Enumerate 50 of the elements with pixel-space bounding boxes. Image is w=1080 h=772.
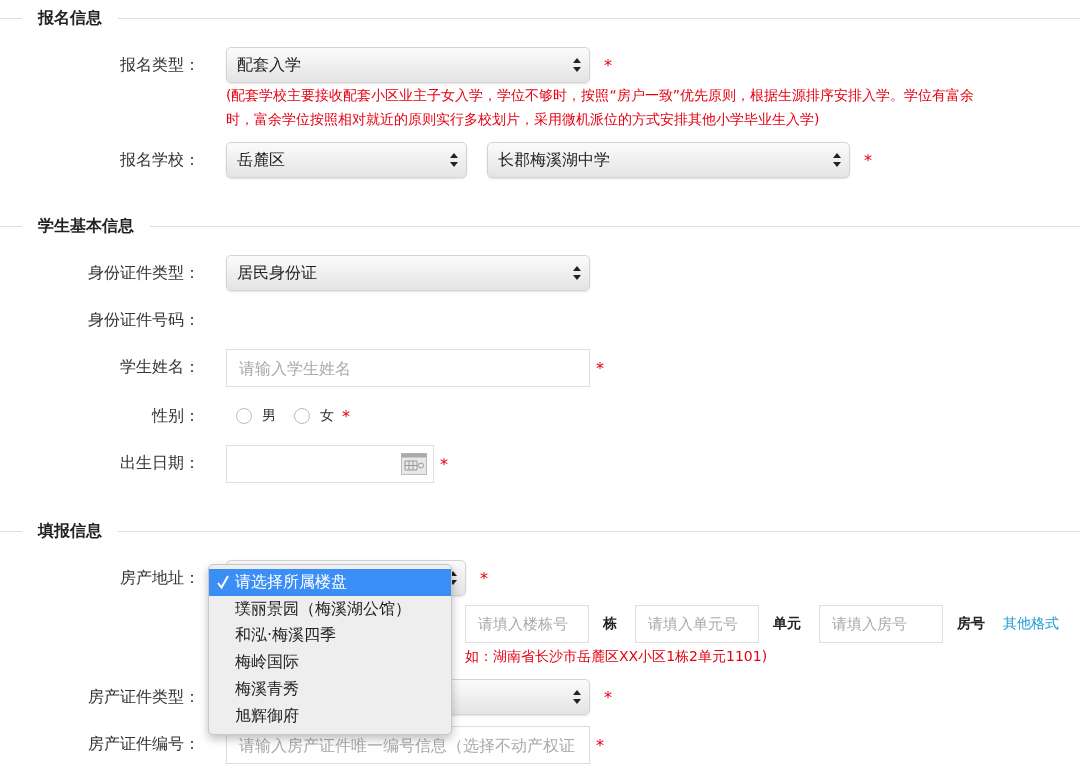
select-field[interactable]: 长郡梅溪湖中学: [487, 142, 850, 178]
dropdown-option[interactable]: 梅溪青秀: [209, 676, 451, 703]
radio-button[interactable]: [236, 408, 252, 424]
check-icon: [217, 575, 229, 590]
hint-text: 如：湖南省长沙市岳麓区XX小区1栋2单元1101): [465, 647, 768, 666]
sort-arrows-icon: [450, 153, 458, 167]
required-mark: *: [440, 454, 448, 474]
calendar-icon: [401, 453, 427, 475]
field-label: 房产证件类型：: [87, 686, 200, 708]
date-field[interactable]: [226, 445, 434, 483]
required-mark: *: [342, 406, 350, 426]
field-label: 房产证件编号：: [87, 733, 200, 755]
radio-button[interactable]: [294, 408, 310, 424]
field-label: 出生日期：: [119, 452, 200, 474]
select-field[interactable]: 岳麓区: [226, 142, 467, 178]
dropdown-option[interactable]: 和泓·梅溪四季: [209, 622, 451, 650]
input-field[interactable]: 请填入房号: [819, 605, 943, 643]
required-mark: *: [596, 358, 604, 378]
required-mark: *: [480, 568, 488, 588]
radio-label: 女: [320, 407, 334, 425]
input-field[interactable]: 请填入楼栋号: [465, 605, 589, 643]
sort-arrows-icon: [573, 690, 581, 704]
section-title: 填报信息: [36, 520, 103, 542]
field-label: 身份证件类型：: [87, 262, 200, 284]
field-label: 报名类型：: [119, 54, 200, 76]
required-mark: *: [604, 687, 612, 707]
input-field[interactable]: 请输入学生姓名: [226, 349, 590, 387]
input-field[interactable]: 请填入单元号: [635, 605, 759, 643]
required-mark: *: [596, 735, 604, 755]
field-label: 性别：: [150, 405, 200, 427]
field-label: 房产地址：: [119, 567, 200, 589]
unit-label: 房号: [957, 615, 985, 633]
required-mark: *: [864, 150, 872, 170]
dropdown-option[interactable]: 璞丽景园（梅溪湖公馆）: [209, 595, 451, 623]
required-mark: *: [604, 55, 612, 75]
sort-arrows-icon: [573, 58, 581, 72]
unit-label: 单元: [773, 615, 801, 633]
select-field[interactable]: 居民身份证: [226, 255, 590, 291]
unit-label: 栋: [603, 615, 617, 633]
select-field[interactable]: 配套入学: [226, 47, 590, 83]
dropdown-option[interactable]: 梅岭国际: [209, 649, 451, 677]
radio-label: 男: [262, 407, 276, 425]
sort-arrows-icon: [833, 153, 841, 167]
note-text: (配套学校主要接收配套小区业主子女入学，学位不够时，按照“房户一致”优先原则，根据生源排序安排入学。学位有富余时，富余学位按照相对就近的原则实行多校划片，采用微机派位的方式安排其他小学毕业生入学): [226, 86, 975, 129]
section-title: 学生基本信息: [37, 215, 135, 237]
section-title: 报名信息: [36, 7, 103, 29]
sort-arrows-icon: [573, 266, 581, 280]
field-label: 身份证件号码：: [87, 309, 200, 331]
field-label: 学生姓名：: [119, 356, 200, 378]
field-label: 报名学校：: [119, 149, 200, 171]
